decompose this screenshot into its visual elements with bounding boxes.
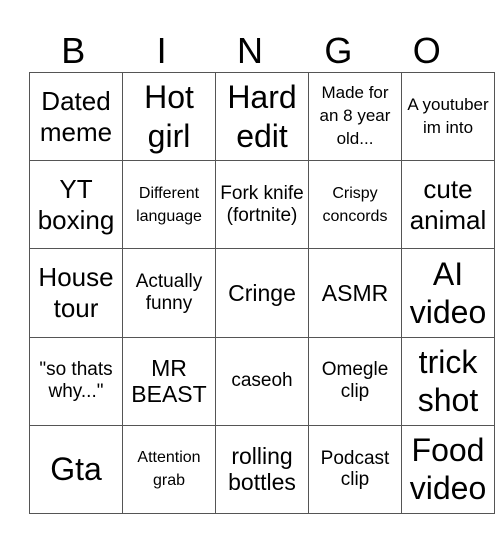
bingo-row: "so thats why..." MR BEAST caseoh Omegle cl… [29,336,495,426]
bingo-cell[interactable]: Hard edit [215,71,309,162]
bingo-header: B I N G O [29,30,471,72]
bingo-row: Gta Attention grab rolling bottles Podcast … [29,424,495,515]
bingo-cell[interactable]: A youtuber im into [401,71,495,162]
bingo-cell[interactable]: Attention grab [122,424,216,515]
bingo-cell[interactable]: Fork knife (fortnite) [215,160,309,250]
bingo-cell[interactable]: Different language [122,160,216,250]
bingo-cell[interactable]: Cringe [215,248,309,338]
bingo-cell[interactable]: caseoh [215,336,309,426]
header-letter-g: G [324,30,353,71]
bingo-cell[interactable]: cute animal [401,160,495,250]
bingo-cell[interactable]: Gta [29,424,123,515]
bingo-cell[interactable]: trick shot [401,336,495,426]
bingo-cell[interactable]: Food video [401,424,495,515]
header-letter-b: B [61,30,86,71]
bingo-row: YT boxing Different language Fork knife (f… [29,160,495,250]
header-letter-o: O [412,30,441,71]
header-letter-i: I [156,30,167,71]
bingo-cell[interactable]: Podcast clip [308,424,402,515]
bingo-row: Dated meme Hot girl Hard edit Made for an 8… [29,71,495,162]
bingo-cell[interactable]: Hot girl [122,71,216,162]
bingo-row: House tour Actually funny Cringe ASMR AI vid… [29,248,495,338]
bingo-cell[interactable]: YT boxing [29,160,123,250]
bingo-cell[interactable]: "so thats why..." [29,336,123,426]
bingo-cell[interactable]: Crispy concords [308,160,402,250]
bingo-cell[interactable]: rolling bottles [215,424,309,515]
bingo-cell[interactable]: AI video [401,248,495,338]
bingo-cell[interactable]: Omegle clip [308,336,402,426]
bingo-cell[interactable]: Dated meme [29,71,123,162]
bingo-cell[interactable]: House tour [29,248,123,338]
bingo-grid: Dated meme Hot girl Hard edit Made for an 8… [29,71,495,515]
bingo-cell[interactable]: ASMR [308,248,402,338]
header-letter-n: N [236,30,263,71]
bingo-cell[interactable]: Made for an 8 year old... [308,71,402,162]
bingo-cell[interactable]: MR BEAST [122,336,216,426]
bingo-cell[interactable]: Actually funny [122,248,216,338]
